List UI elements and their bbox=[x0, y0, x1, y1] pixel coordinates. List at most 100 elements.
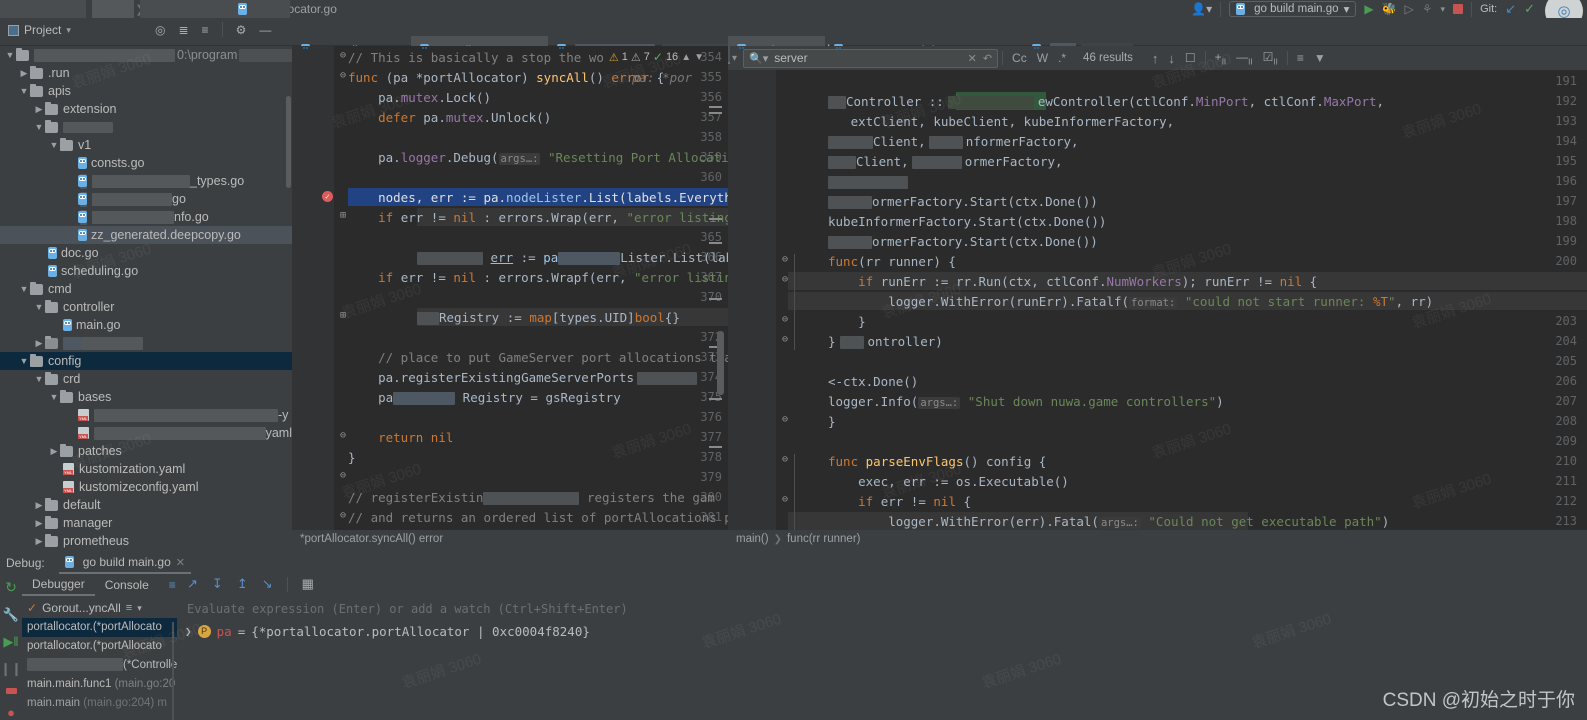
locate-file-icon[interactable]: ◎ bbox=[155, 23, 165, 37]
chevron-down-icon[interactable]: ▼ bbox=[48, 140, 60, 150]
next-occurrence-icon[interactable]: ↓ bbox=[1163, 51, 1180, 66]
search-input[interactable]: 🔍▾ server ✕ ↶ bbox=[743, 48, 999, 68]
chevron-right-icon[interactable]: ▶ bbox=[33, 500, 45, 511]
chevron-down-icon[interactable]: ▾ bbox=[137, 603, 142, 614]
collapse-all-icon[interactable]: ≡ bbox=[202, 23, 209, 37]
frame-row-0[interactable]: portallocator.(*portAllocato bbox=[22, 618, 177, 637]
collapse-icon[interactable]: ▾ bbox=[732, 53, 737, 64]
breadcrumb-func[interactable]: func(rr runner) bbox=[787, 533, 861, 545]
rerun-icon[interactable]: ↻ bbox=[5, 579, 17, 596]
chevron-down-icon[interactable]: ▼ bbox=[33, 374, 45, 384]
tab-console[interactable]: Console bbox=[95, 574, 159, 596]
sidebar-item-extension[interactable]: ▶ extension bbox=[0, 100, 292, 118]
chevron-right-icon[interactable]: ▶ bbox=[48, 446, 60, 457]
previous-occurrence-icon[interactable]: ↑ bbox=[1147, 51, 1164, 66]
history-icon[interactable]: ↶ bbox=[983, 52, 992, 65]
run-configuration-selector[interactable]: go build main.go ▾ bbox=[1229, 1, 1357, 17]
sidebar-item-kustomizeconfig-yaml[interactable]: kustomizeconfig.yaml bbox=[0, 478, 292, 496]
sidebar-item-redacted-go-1[interactable]: go bbox=[0, 190, 292, 208]
chevron-down-icon[interactable]: ▼ bbox=[18, 86, 30, 96]
fold-icon[interactable]: ⊖ bbox=[340, 430, 346, 441]
variables-panel[interactable]: Evaluate expression (Enter) or add a wat… bbox=[172, 598, 1587, 720]
add-line-icon[interactable]: +II bbox=[1210, 50, 1231, 66]
editor-breadcrumb-right[interactable]: main() ❯ func(rr runner) bbox=[728, 530, 1587, 548]
debug-session-tab[interactable]: go build main.go ✕ bbox=[58, 552, 191, 574]
editor-breadcrumb-left[interactable]: *portAllocator.syncAll() error bbox=[292, 530, 728, 548]
step-out-icon[interactable]: ↥ bbox=[237, 576, 248, 592]
fold-icon[interactable]: ⊖ bbox=[782, 274, 788, 285]
fold-icon[interactable]: ⊞ bbox=[340, 310, 346, 321]
chevron-down-icon[interactable]: ▼ bbox=[18, 284, 30, 294]
variable-row-pa[interactable]: ❯ P pa = {*portallocator.portAllocator |… bbox=[177, 620, 1587, 642]
select-all-occurrences-icon[interactable]: ☐ bbox=[1180, 51, 1201, 65]
sidebar-item-redacted-pkg[interactable]: ▼ bbox=[0, 118, 292, 136]
sidebar-item-prometheus[interactable]: ▶ prometheus bbox=[0, 532, 292, 550]
frame-row-3[interactable]: main.main.func1 (main.go:20 bbox=[22, 675, 177, 694]
sidebar-item-patches[interactable]: ▶ patches bbox=[0, 442, 292, 460]
fold-icon[interactable]: ⊖ bbox=[340, 50, 346, 61]
commit-icon[interactable]: ✓ bbox=[1524, 1, 1535, 17]
stop-icon[interactable] bbox=[1453, 4, 1464, 14]
fold-icon[interactable]: ⊖ bbox=[782, 414, 788, 425]
chevron-down-icon[interactable]: ▼ bbox=[33, 122, 45, 132]
project-tree[interactable]: ▼ 0:\program ▶ .run ▼ apis ▶ extension ▼ bbox=[0, 46, 292, 550]
chevron-down-icon[interactable]: ▾ bbox=[66, 25, 71, 36]
next-problem-icon[interactable]: ▼ bbox=[694, 52, 704, 63]
match-case-toggle[interactable]: Cc bbox=[1007, 51, 1032, 65]
filter-funnel-icon[interactable]: ▼ bbox=[1309, 51, 1331, 65]
settings-wrench-icon[interactable]: 🔧 bbox=[3, 607, 19, 623]
fold-icon[interactable]: ⊖ bbox=[340, 470, 346, 481]
inspection-summary[interactable]: ⚠ 1 ⚠ 7 ✓ 16 ▲ ▼ bbox=[609, 50, 704, 64]
sidebar-item-run[interactable]: ▶ .run bbox=[0, 64, 292, 82]
chevron-down-icon[interactable]: ▼ bbox=[18, 356, 30, 366]
sidebar-item-manager[interactable]: ▶ manager bbox=[0, 514, 292, 532]
fold-icon[interactable]: ⊖ bbox=[782, 334, 788, 345]
sidebar-item-v1[interactable]: ▼ v1 bbox=[0, 136, 292, 154]
chevron-right-icon[interactable]: ▶ bbox=[33, 338, 45, 349]
editor-portallocator-go[interactable]: 354 355 356 357 358 359 360 361 362 365 … bbox=[292, 46, 728, 530]
whole-words-toggle[interactable]: W bbox=[1032, 51, 1053, 65]
tree-row-root[interactable]: ▼ 0:\program bbox=[0, 46, 292, 64]
fold-icon[interactable]: ⊖ bbox=[782, 314, 788, 325]
prev-problem-icon[interactable]: ▲ bbox=[681, 52, 691, 63]
update-project-icon[interactable]: ↙ bbox=[1505, 1, 1516, 17]
user-icon[interactable]: 👤▾ bbox=[1191, 2, 1212, 16]
run-to-cursor-icon[interactable]: ↘ bbox=[262, 576, 273, 592]
sidebar-item-yaml-redacted-2[interactable]: yaml bbox=[0, 424, 292, 442]
frame-row-4[interactable]: main.main (main.go:204) m bbox=[22, 694, 177, 713]
chevron-down-icon[interactable]: ▾ bbox=[1441, 4, 1446, 15]
sidebar-item-crd[interactable]: ▼ crd bbox=[0, 370, 292, 388]
close-icon[interactable]: ✕ bbox=[176, 556, 185, 569]
step-over-icon[interactable]: ↗ bbox=[187, 576, 198, 592]
editor-gutter-left[interactable] bbox=[292, 46, 334, 530]
chevron-right-icon[interactable]: ▶ bbox=[18, 68, 30, 79]
clear-icon[interactable]: ✕ bbox=[968, 52, 977, 65]
frames-filter-icon[interactable]: ≡ bbox=[126, 602, 132, 614]
frame-row-1[interactable]: portallocator.(*portAllocato bbox=[22, 637, 177, 656]
run-with-coverage-icon[interactable]: ▷ bbox=[1405, 2, 1414, 16]
hide-icon[interactable]: — bbox=[259, 23, 271, 37]
chevron-right-icon[interactable]: ▶ bbox=[33, 104, 45, 115]
run-icon[interactable]: ▶ bbox=[1364, 2, 1373, 16]
sidebar-item-redacted-cmd-child[interactable]: ▶ bbox=[0, 334, 292, 352]
sidebar-item-cmd[interactable]: ▼ cmd bbox=[0, 280, 292, 298]
sidebar-item-yaml-redacted-1[interactable]: -y bbox=[0, 406, 292, 424]
chevron-right-icon[interactable]: ▶ bbox=[33, 518, 45, 529]
sidebar-item-scheduling-go[interactable]: scheduling.go bbox=[0, 262, 292, 280]
remove-line-icon[interactable]: —II bbox=[1231, 50, 1257, 66]
resume-icon[interactable]: ▶‖ bbox=[3, 634, 18, 650]
fold-icon[interactable]: ⊖ bbox=[782, 454, 788, 465]
sidebar-item-types-go[interactable]: _types.go bbox=[0, 172, 292, 190]
step-into-icon[interactable]: ↧ bbox=[212, 576, 223, 592]
fold-icon[interactable]: ⊖ bbox=[340, 70, 346, 81]
layout-icon[interactable]: ≡ bbox=[159, 574, 186, 596]
panel-splitter[interactable] bbox=[172, 622, 174, 720]
chevron-down-icon[interactable]: ▼ bbox=[48, 392, 60, 402]
sidebar-item-config[interactable]: ▼ config bbox=[0, 352, 292, 370]
sidebar-item-kustomization-yaml[interactable]: kustomization.yaml bbox=[0, 460, 292, 478]
sidebar-item-zz-generated-deepcopy-go[interactable]: zz_generated.deepcopy.go bbox=[0, 226, 292, 244]
sidebar-item-info-go[interactable]: nfo.go bbox=[0, 208, 292, 226]
profiler-icon[interactable]: ⚘ bbox=[1422, 2, 1433, 16]
frame-row-2[interactable]: (*Controller).R bbox=[22, 656, 177, 675]
sidebar-item-apis[interactable]: ▼ apis bbox=[0, 82, 292, 100]
